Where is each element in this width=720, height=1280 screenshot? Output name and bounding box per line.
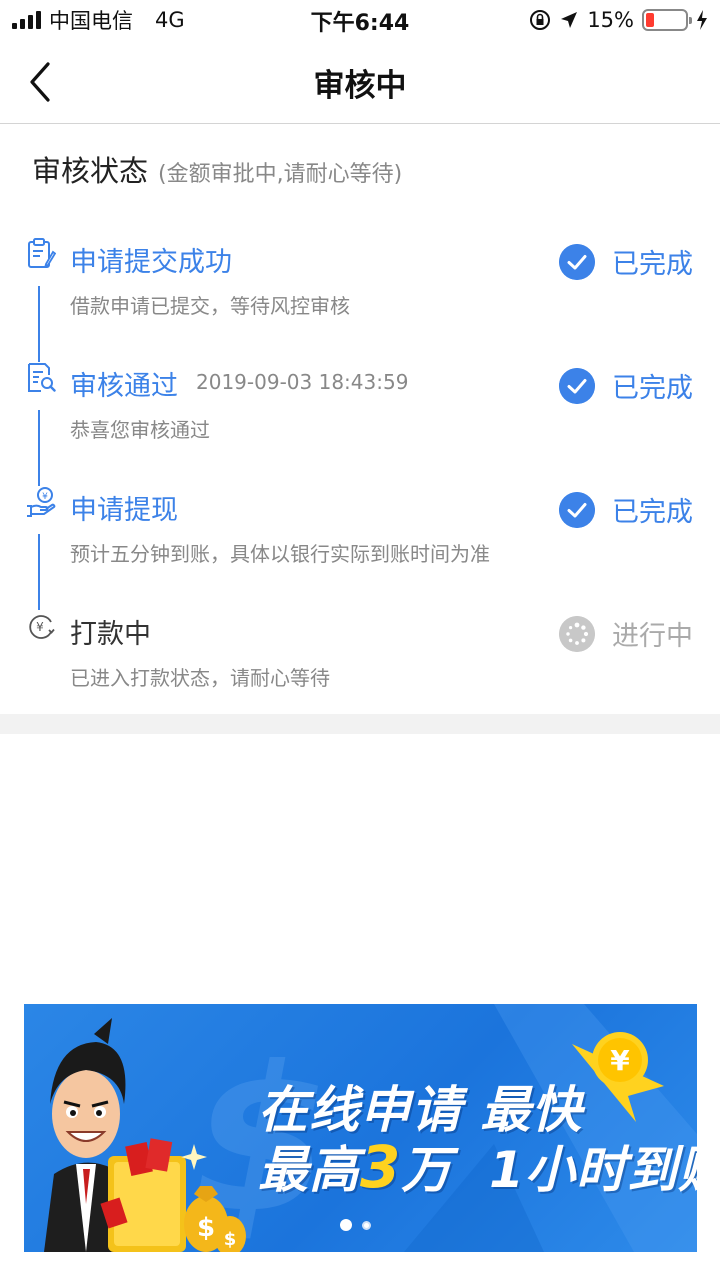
gold-treasure-box (100, 1138, 186, 1252)
section-title: 审核状态 (32, 154, 149, 188)
loading-spinner-icon (559, 616, 595, 652)
clipboard-edit-icon (28, 238, 56, 268)
location-arrow-icon (561, 12, 578, 28)
check-circle-icon (559, 368, 595, 404)
step-description: 预计五分钟到账，具体以银行实际到账时间为准 (70, 542, 490, 566)
banner-amount-highlight: 3 (360, 1133, 402, 1201)
section-subtitle: (金额审批中,请耐心等待) (158, 162, 403, 187)
svg-text:¥: ¥ (610, 1044, 630, 1077)
page-title: 审核中 (313, 68, 407, 104)
status-bar: 中国电信 4G 下午6:44 15% (0, 0, 720, 40)
step-item: 审核通过 2019-09-03 18:43:59 恭喜您审核通过 已完成 (0, 344, 720, 468)
step-title: 打款中 (70, 619, 151, 650)
step-status: 已完成 (612, 373, 693, 404)
banner-subheadline: 最高3万 1小时到账 (258, 1130, 697, 1202)
status-right: 15% (529, 6, 708, 34)
step-title: 申请提现 (70, 495, 178, 526)
banner-line2-suffix: 万 1小时到账 (401, 1141, 697, 1199)
review-status-header: 审核状态 (金额审批中,请耐心等待) (32, 148, 402, 190)
carousel-indicator (340, 1219, 371, 1231)
step-item: ¥ 打款中 已进入打款状态，请耐心等待 进行中 (0, 592, 720, 716)
step-status: 已完成 (612, 497, 693, 528)
step-description: 借款申请已提交，等待风控审核 (70, 294, 350, 318)
hand-coin-icon: ¥ (27, 487, 56, 517)
step-status: 已完成 (612, 249, 693, 280)
section-divider (0, 714, 720, 734)
check-circle-icon (559, 492, 595, 528)
battery-percent: 15% (587, 8, 634, 32)
step-title: 审核通过 (70, 371, 178, 402)
navigation-bar: 审核中 (0, 40, 720, 124)
step-description: 已进入打款状态，请耐心等待 (70, 666, 330, 690)
banner-line2-prefix: 最高 (258, 1141, 360, 1199)
step-item: 申请提交成功 借款申请已提交，等待风控审核 已完成 (0, 220, 720, 344)
svg-text:¥: ¥ (36, 620, 44, 634)
document-search-icon (28, 363, 56, 392)
step-timestamp: 2019-09-03 18:43:59 (196, 370, 409, 394)
battery-icon (642, 9, 692, 31)
step-title: 申请提交成功 (70, 247, 232, 278)
svg-text:$: $ (197, 1213, 215, 1243)
yuan-circle-icon: ¥ (29, 615, 55, 639)
charging-bolt-icon (697, 10, 707, 30)
step-description: 恭喜您审核通过 (70, 418, 210, 442)
svg-text:¥: ¥ (42, 492, 48, 502)
check-circle-icon (559, 244, 595, 280)
step-status: 进行中 (612, 621, 693, 652)
svg-text:$: $ (224, 1229, 237, 1250)
promo-banner[interactable]: $ $ $ ¥ 在线申请 最快 最高3万 1小时到账 (24, 1004, 697, 1252)
orientation-lock-icon (530, 10, 551, 30)
carousel-dot-active[interactable] (340, 1219, 352, 1231)
carousel-dot[interactable] (362, 1220, 371, 1230)
step-item: ¥ 申请提现 预计五分钟到账，具体以银行实际到账时间为准 已完成 (0, 468, 720, 592)
